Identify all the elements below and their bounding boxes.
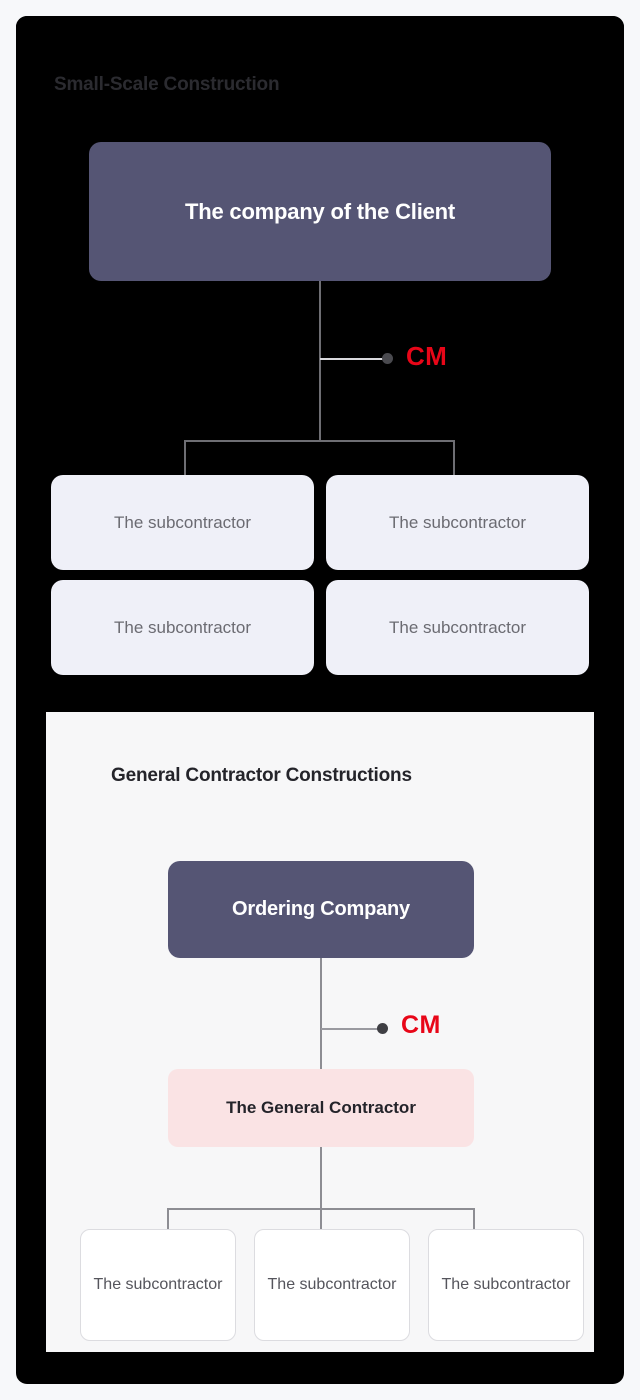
- connector-drop-middle: [320, 1208, 322, 1230]
- cm-connector-line: [321, 1028, 378, 1030]
- cm-label-small-scale: CM: [406, 341, 448, 371]
- subcontractor-chip-label: The subcontractor: [113, 512, 251, 532]
- node-ordering-company-label: Ordering Company: [232, 898, 410, 920]
- cm-connector-dot-icon: [377, 1023, 388, 1034]
- connector-drop-right: [453, 440, 455, 476]
- subcontractor-chip-label: The subcontractor: [113, 617, 251, 637]
- diagram-frame: Small-Scale Construction The company of …: [16, 16, 624, 1384]
- subcontractor-chip-label: The subcontractor: [388, 617, 526, 637]
- section-title-general-contractor: General Contractor Constructions: [111, 765, 412, 786]
- subcontractor-chip[interactable]: The subcontractor: [326, 580, 589, 675]
- subcontractor-row: The subcontractor The subcontractor The …: [80, 1229, 584, 1341]
- subcontractor-card-label: The subcontractor: [93, 1276, 223, 1294]
- subcontractor-chip-label: The subcontractor: [388, 512, 526, 532]
- subcontractor-card-label: The subcontractor: [267, 1276, 397, 1294]
- section-general-contractor-constructions: General Contractor Constructions Orderin…: [46, 712, 594, 1352]
- subcontractor-chip[interactable]: The subcontractor: [51, 475, 314, 570]
- subcontractor-chip[interactable]: The subcontractor: [326, 475, 589, 570]
- connector-drop-left: [184, 440, 186, 476]
- section-small-scale-construction: Small-Scale Construction The company of …: [16, 16, 624, 712]
- connector-horizontal-bar: [184, 440, 455, 442]
- node-general-contractor-label: The General Contractor: [226, 1098, 416, 1117]
- section-title-small-scale: Small-Scale Construction: [54, 74, 280, 95]
- node-client-company-label: The company of the Client: [184, 198, 456, 224]
- subcontractor-chip[interactable]: The subcontractor: [51, 580, 314, 675]
- subcontractor-card[interactable]: The subcontractor: [428, 1229, 584, 1341]
- connector-drop-left: [167, 1208, 169, 1230]
- subcontractor-card-label: The subcontractor: [441, 1276, 571, 1294]
- cm-label-general-contractor: CM: [401, 1011, 441, 1039]
- node-ordering-company[interactable]: Ordering Company: [168, 861, 474, 958]
- subcontractor-card[interactable]: The subcontractor: [254, 1229, 410, 1341]
- page-surface: Small-Scale Construction The company of …: [0, 0, 640, 1400]
- node-client-company[interactable]: The company of the Client: [89, 142, 551, 281]
- node-general-contractor[interactable]: The General Contractor: [168, 1069, 474, 1147]
- cm-connector-dot-icon: [382, 353, 393, 364]
- connector-vertical-main: [319, 281, 321, 441]
- subcontractor-grid: The subcontractor The subcontractor The …: [51, 475, 589, 676]
- subcontractor-card[interactable]: The subcontractor: [80, 1229, 236, 1341]
- connector-drop-right: [473, 1208, 475, 1230]
- cm-connector-line: [320, 358, 383, 360]
- connector-vertical-ordering-to-contractor: [320, 958, 322, 1070]
